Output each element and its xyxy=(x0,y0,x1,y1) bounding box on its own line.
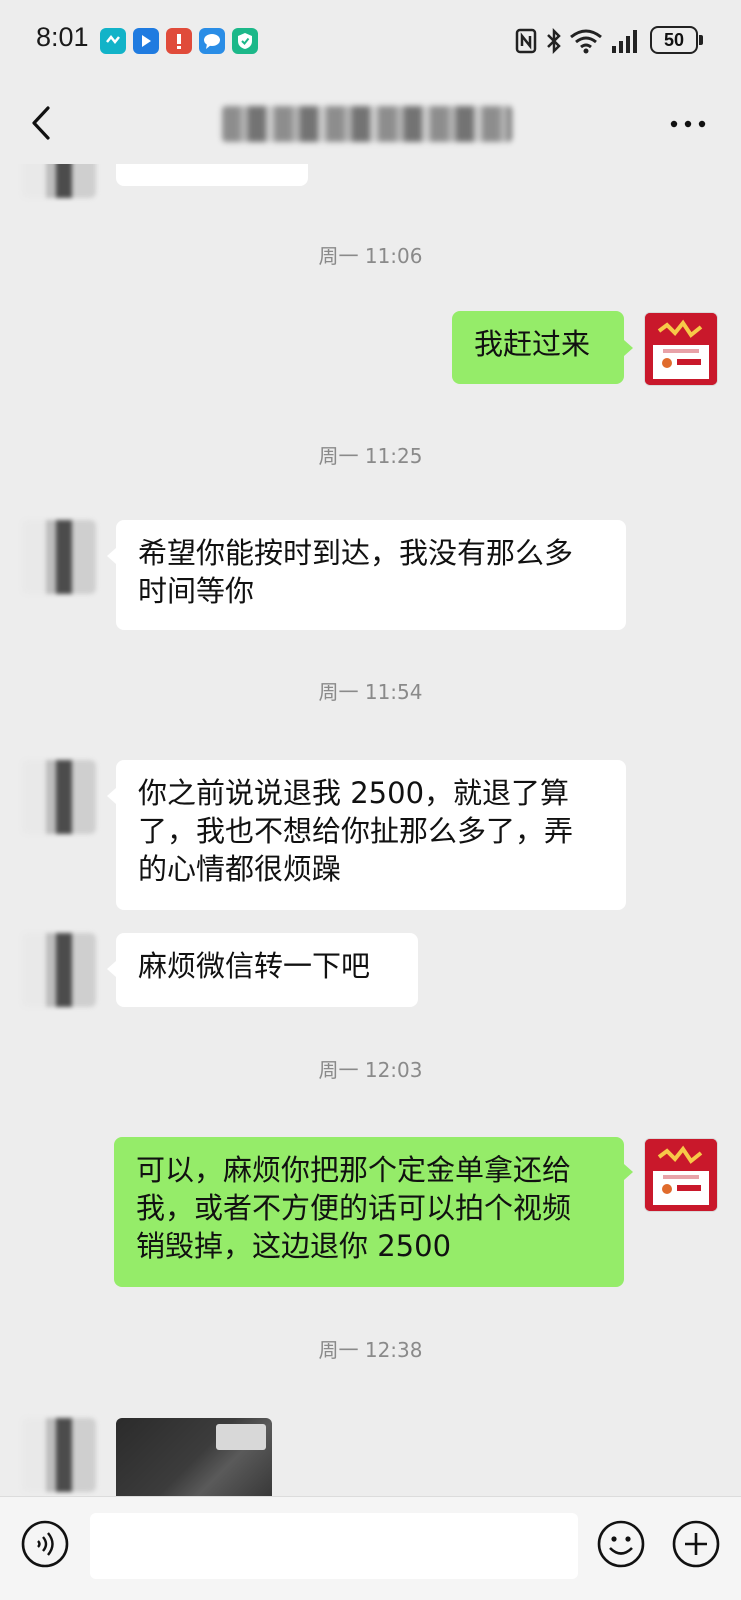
status-time: 8:01 xyxy=(36,22,89,52)
bubble-tail xyxy=(107,788,116,804)
plus-icon xyxy=(672,1520,720,1568)
input-bar xyxy=(0,1496,741,1600)
message-bubble-in[interactable]: 麻烦微信转一下吧 xyxy=(116,933,418,1007)
message-line: 的心情都很烦躁 xyxy=(138,852,342,886)
voice-button[interactable] xyxy=(20,1519,70,1569)
battery-icon: 50 xyxy=(650,26,698,54)
image-detail xyxy=(216,1424,266,1450)
message-input[interactable] xyxy=(90,1513,578,1579)
nfc-icon xyxy=(515,28,537,54)
message-list[interactable]: 周一 11:06 我赶过来 周一 11:25 希望你能按时到达，我没有那么多 时… xyxy=(0,164,741,1496)
battery-cap xyxy=(699,35,703,45)
message-line: 了，我也不想给你扯那么多了，弄 xyxy=(138,814,574,848)
back-button[interactable] xyxy=(24,98,64,148)
more-functions-button[interactable] xyxy=(671,1519,721,1569)
self-avatar-image xyxy=(645,313,717,385)
image-message[interactable] xyxy=(116,1418,272,1496)
message-bubble-in[interactable] xyxy=(116,164,308,186)
more-button[interactable] xyxy=(668,106,708,142)
message-line: 希望你能按时到达，我没有那么多 xyxy=(138,536,574,570)
message-line: 你之前说说退我 2500，就退了算 xyxy=(138,776,570,810)
timestamp: 周一 11:54 xyxy=(318,680,423,704)
app-icon-1 xyxy=(100,28,126,54)
contact-avatar[interactable] xyxy=(22,164,96,198)
self-avatar-image xyxy=(645,1139,717,1211)
timestamp: 周一 12:03 xyxy=(318,1058,423,1082)
bubble-tail xyxy=(107,961,116,977)
timestamp: 周一 11:06 xyxy=(318,244,423,268)
app-icon-5 xyxy=(232,28,258,54)
emoji-icon xyxy=(597,1520,645,1568)
bluetooth-icon xyxy=(547,27,561,55)
bubble-tail xyxy=(624,340,633,356)
app-icon-2 xyxy=(133,28,159,54)
chat-title xyxy=(222,106,512,142)
signal-icon xyxy=(612,30,637,53)
app-icon-4 xyxy=(199,28,225,54)
message-bubble-in[interactable]: 希望你能按时到达，我没有那么多 时间等你 xyxy=(116,520,626,630)
chevron-left-icon xyxy=(32,106,50,140)
message-text: 麻烦微信转一下吧 xyxy=(138,949,371,983)
more-icon xyxy=(670,120,706,128)
battery-level: 50 xyxy=(663,30,685,50)
self-avatar[interactable] xyxy=(644,312,718,386)
wifi-icon xyxy=(570,29,602,54)
bubble-tail xyxy=(624,1164,633,1180)
contact-avatar[interactable] xyxy=(22,933,96,1007)
status-bar: 8:01 50 xyxy=(0,0,741,84)
message-bubble-out[interactable]: 可以，麻烦你把那个定金单拿还给 我，或者不方便的话可以拍个视频 销毁掉，这边退你… xyxy=(114,1137,624,1287)
message-text: 我赶过来 xyxy=(474,327,591,361)
bubble-tail xyxy=(107,548,116,564)
message-line: 销毁掉，这边退你 2500 xyxy=(136,1229,452,1263)
message-line: 可以，麻烦你把那个定金单拿还给 xyxy=(136,1153,572,1187)
chat-header xyxy=(0,84,741,164)
timestamp: 周一 11:25 xyxy=(318,444,423,468)
timestamp: 周一 12:38 xyxy=(318,1338,423,1362)
app-icon-3 xyxy=(166,28,192,54)
voice-icon xyxy=(21,1520,69,1568)
contact-avatar[interactable] xyxy=(22,760,96,834)
self-avatar[interactable] xyxy=(644,1138,718,1212)
message-line: 时间等你 xyxy=(138,574,255,608)
contact-avatar[interactable] xyxy=(22,520,96,594)
message-line: 我，或者不方便的话可以拍个视频 xyxy=(136,1191,572,1225)
message-bubble-in[interactable]: 你之前说说退我 2500，就退了算 了，我也不想给你扯那么多了，弄 的心情都很烦… xyxy=(116,760,626,910)
emoji-button[interactable] xyxy=(596,1519,646,1569)
contact-avatar[interactable] xyxy=(22,1418,96,1492)
message-bubble-out[interactable]: 我赶过来 xyxy=(452,311,624,384)
